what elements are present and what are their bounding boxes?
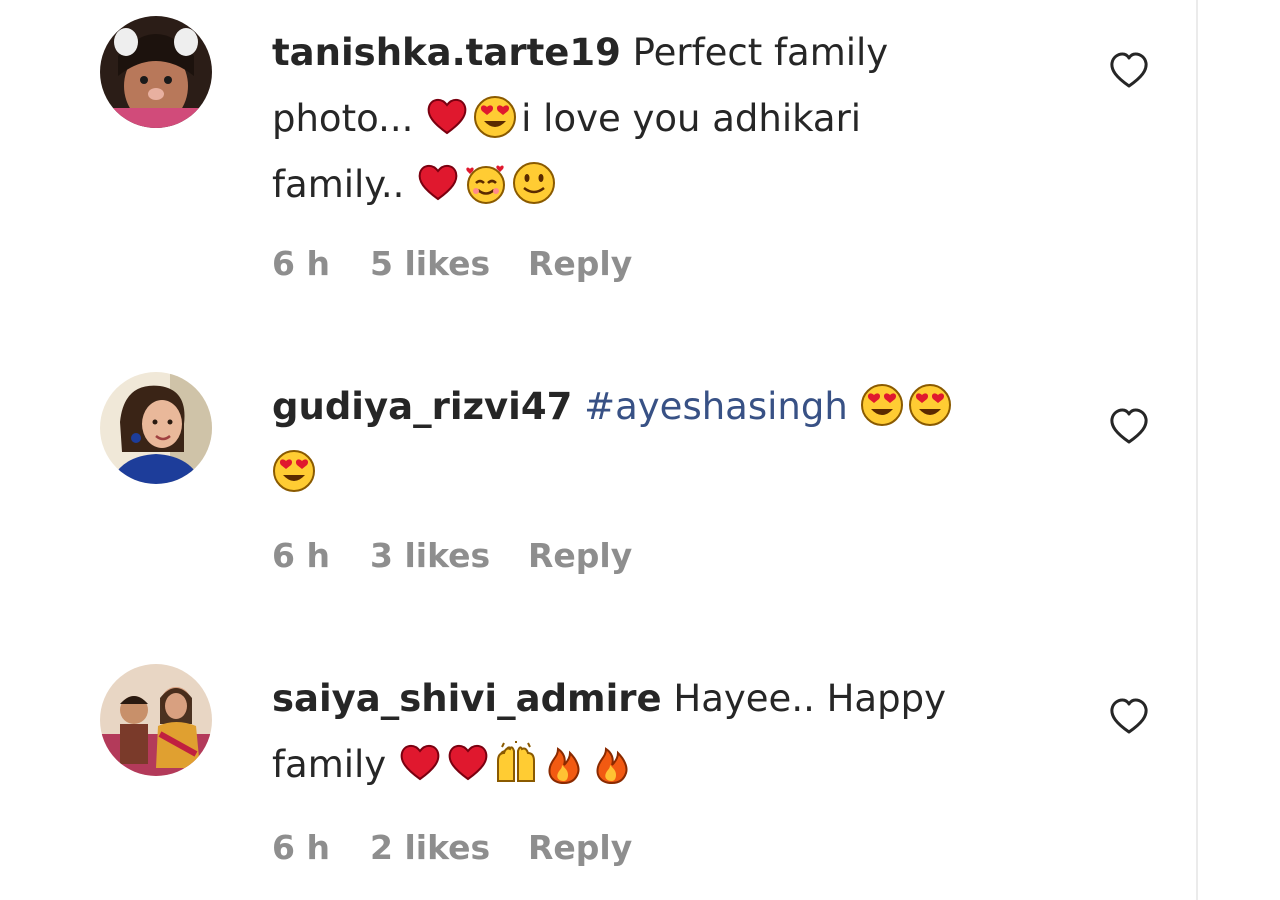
comment-text-line: family.. (272, 163, 417, 206)
comment-item: tanishka.tarte19 Perfect family photo... … (0, 0, 1196, 320)
like-heart-icon[interactable] (1106, 48, 1152, 94)
reply-button[interactable]: Reply (528, 828, 632, 867)
hashtag-link[interactable]: #ayeshasingh (584, 385, 848, 428)
comment-text-line: photo... (272, 97, 426, 140)
comment-time[interactable]: 6 h (272, 244, 370, 283)
comment-likes[interactable]: 2 likes (370, 828, 528, 867)
comment-text: gudiya_rizvi47 #ayeshasingh (272, 374, 1052, 506)
comment-text: saiya_shivi_admire Hayee.. Happy family (272, 666, 1052, 798)
comment-username[interactable]: saiya_shivi_admire (272, 677, 662, 720)
fire-emoji-icon (590, 741, 634, 785)
red-heart-emoji-icon (425, 95, 469, 139)
reply-button[interactable]: Reply (528, 244, 632, 283)
comment-item: gudiya_rizvi47 #ayeshasingh 6 h 3 likes … (0, 330, 1196, 610)
comment-meta: 6 h 3 likes Reply (272, 536, 632, 575)
like-heart-icon[interactable] (1106, 694, 1152, 740)
red-heart-emoji-icon (416, 161, 460, 205)
fire-emoji-icon (542, 741, 586, 785)
comment-time[interactable]: 6 h (272, 536, 370, 575)
reply-button[interactable]: Reply (528, 536, 632, 575)
avatar[interactable] (100, 664, 212, 776)
comment-text-line: Perfect family (620, 31, 889, 74)
panel-divider (1196, 0, 1198, 900)
red-heart-emoji-icon (398, 741, 442, 785)
heart-eyes-emoji-icon (473, 95, 517, 139)
slightly-smiling-face-emoji-icon (512, 161, 556, 205)
comment-likes[interactable]: 3 likes (370, 536, 528, 575)
raising-hands-emoji-icon (494, 741, 538, 785)
comment-meta: 6 h 5 likes Reply (272, 244, 632, 283)
comment-likes[interactable]: 5 likes (370, 244, 528, 283)
comment-item: saiya_shivi_admire Hayee.. Happy family 6… (0, 630, 1196, 900)
avatar[interactable] (100, 372, 212, 484)
like-heart-icon[interactable] (1106, 404, 1152, 450)
comment-text-line: family (272, 743, 398, 786)
red-heart-emoji-icon (446, 741, 490, 785)
comment-username[interactable]: gudiya_rizvi47 (272, 385, 572, 428)
heart-eyes-emoji-icon (272, 449, 316, 493)
comment-time[interactable]: 6 h (272, 828, 370, 867)
comment-text-line: Hayee.. Happy (661, 677, 946, 720)
comment-meta: 6 h 2 likes Reply (272, 828, 632, 867)
heart-eyes-emoji-icon (860, 383, 904, 427)
comment-username[interactable]: tanishka.tarte19 (272, 31, 621, 74)
comment-text: tanishka.tarte19 Perfect family photo... … (272, 20, 1052, 218)
heart-eyes-emoji-icon (908, 383, 952, 427)
comment-text-line: i love you adhikari (521, 97, 862, 140)
avatar[interactable] (100, 16, 212, 128)
smiling-face-with-hearts-emoji-icon (464, 161, 508, 205)
